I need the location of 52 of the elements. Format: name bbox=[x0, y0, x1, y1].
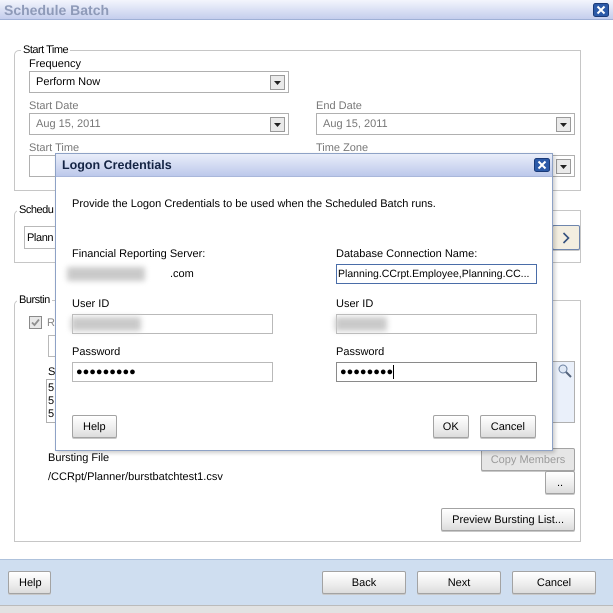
chevron-right-icon bbox=[562, 232, 570, 244]
help-button[interactable]: Help bbox=[8, 571, 51, 594]
user-id-field[interactable] bbox=[336, 314, 537, 334]
magnifier-icon[interactable] bbox=[558, 364, 572, 378]
window-title: Schedule Batch bbox=[4, 2, 110, 18]
list-item[interactable]: 5 bbox=[48, 408, 54, 421]
section-legend: Burstin bbox=[17, 294, 52, 306]
text-cursor bbox=[393, 365, 394, 379]
frequency-select[interactable]: Perform Now bbox=[29, 71, 289, 93]
nav-button[interactable]: Next bbox=[417, 571, 501, 594]
next-arrow-button[interactable] bbox=[552, 225, 580, 250]
field-label: Financial Reporting Server: bbox=[72, 247, 206, 261]
close-icon[interactable] bbox=[593, 2, 609, 16]
field-label: S bbox=[48, 365, 56, 379]
field-label: Frequency bbox=[29, 57, 81, 71]
nav-button[interactable]: Back bbox=[322, 571, 406, 594]
caret-down-icon bbox=[556, 158, 571, 174]
field-label: User ID bbox=[72, 297, 110, 311]
blurred-text bbox=[335, 317, 387, 331]
help-button[interactable]: Help bbox=[72, 415, 117, 438]
connection-name-field[interactable]: Planning.CCrpt.Employee,Planning.CC... bbox=[336, 264, 537, 284]
preview-bursting-list-button[interactable]: Preview Bursting List... bbox=[441, 508, 575, 531]
caret-down-icon bbox=[556, 116, 571, 132]
list-item[interactable]: 5 bbox=[48, 395, 54, 408]
field-label: Password bbox=[336, 345, 384, 359]
field-label: Password bbox=[72, 345, 120, 359]
field-label: Database Connection Name: bbox=[336, 247, 478, 261]
user-id-field[interactable] bbox=[72, 314, 273, 334]
blurred-text bbox=[71, 317, 141, 331]
browse-button[interactable]: .. bbox=[545, 471, 575, 494]
password-field[interactable]: ●●●●●●●● bbox=[336, 362, 537, 382]
dialog-title: Logon Credentials bbox=[62, 158, 172, 172]
file-path: /CCRpt/Planner/burstbatchtest1.csv bbox=[48, 470, 223, 484]
caret-down-icon bbox=[270, 74, 285, 90]
section-legend: Schedu bbox=[17, 204, 56, 216]
dialog-button[interactable]: Cancel bbox=[480, 415, 536, 438]
caret-down-icon bbox=[270, 116, 285, 132]
close-icon[interactable] bbox=[534, 158, 550, 172]
dialog-button[interactable]: OK bbox=[432, 415, 469, 438]
list-item[interactable]: 5 bbox=[48, 382, 54, 395]
field-label: Bursting File bbox=[48, 451, 110, 465]
instruction-text: Provide the Logon Credentials to be used when the Scheduled Batch runs. bbox=[72, 198, 437, 210]
field-label: User ID bbox=[336, 297, 374, 311]
field-label: Start Time bbox=[29, 141, 80, 155]
field-label: Time Zone bbox=[316, 141, 368, 155]
section-legend: Start Time bbox=[21, 44, 70, 56]
server-name: .com bbox=[170, 268, 194, 280]
nav-button[interactable]: Cancel bbox=[512, 571, 596, 594]
password-field[interactable]: ●●●●●●●●● bbox=[72, 362, 273, 382]
checkbox-label: R bbox=[47, 316, 55, 328]
field-label: End Date bbox=[316, 99, 362, 113]
field-label: Start Date bbox=[29, 99, 79, 113]
